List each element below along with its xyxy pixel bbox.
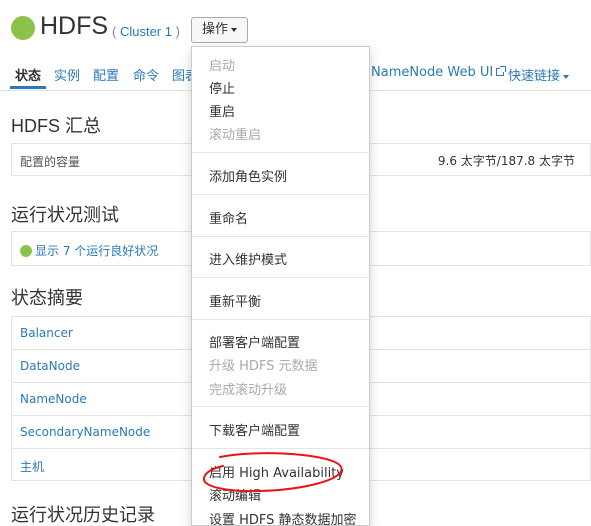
show-health-tests-link[interactable]: 显示 7 个运行良好状况 bbox=[20, 242, 158, 259]
configured-capacity-value: 9.6 太字节/187.8 太字节 bbox=[437, 154, 575, 168]
active-tab-indicator bbox=[10, 86, 46, 89]
role-link-secondarynamenode[interactable]: SecondaryNameNode bbox=[20, 425, 150, 439]
cluster-suffix: ) bbox=[171, 24, 180, 39]
menu-divider bbox=[192, 194, 369, 195]
role-link-namenode[interactable]: NameNode bbox=[20, 392, 87, 406]
health-tests-title: 运行状况测试 bbox=[11, 205, 119, 225]
cluster-prefix: ( bbox=[112, 24, 120, 39]
namenode-web-ui-label: NameNode Web UI bbox=[371, 65, 494, 80]
menu-item-set-up-hdfs-encryption[interactable]: 设置 HDFS 静态数据加密 bbox=[209, 509, 357, 525]
tab-instances[interactable]: 实例 bbox=[54, 65, 80, 84]
good-health-icon bbox=[20, 245, 32, 257]
menu-item-roll-edits[interactable]: 滚动编辑 bbox=[209, 485, 261, 504]
actions-dropdown-button[interactable]: 操作 bbox=[191, 17, 248, 43]
menu-divider bbox=[192, 448, 369, 449]
menu-divider bbox=[192, 152, 369, 153]
menu-item-enable-high-availability[interactable]: 启用 High Availability bbox=[209, 462, 344, 481]
health-tests-text: 显示 7 个运行良好状况 bbox=[35, 244, 159, 258]
role-link-datanode[interactable]: DataNode bbox=[20, 359, 80, 373]
tab-configuration[interactable]: 配置 bbox=[93, 65, 119, 84]
caret-down-icon bbox=[231, 27, 238, 32]
cluster-link[interactable]: Cluster 1 bbox=[120, 24, 172, 39]
menu-item-download-client-config[interactable]: 下载客户端配置 bbox=[209, 420, 300, 439]
role-link-hosts[interactable]: 主机 bbox=[20, 458, 44, 475]
health-history-title: 运行状况历史记录 bbox=[11, 505, 155, 525]
menu-divider bbox=[192, 319, 369, 320]
menu-item-finalize-rolling-upgrade: 完成滚动升级 bbox=[209, 383, 288, 398]
menu-item-stop[interactable]: 停止 bbox=[209, 78, 235, 97]
menu-item-deploy-client-config[interactable]: 部署客户端配置 bbox=[209, 332, 300, 351]
cluster-label: ( Cluster 1 ) bbox=[112, 24, 180, 39]
menu-item-rolling-restart: 滚动重启 bbox=[209, 128, 262, 143]
quick-links-label: 快速链接 bbox=[508, 69, 561, 84]
actions-label: 操作 bbox=[202, 22, 229, 37]
role-link-balancer[interactable]: Balancer bbox=[20, 326, 73, 340]
menu-item-upgrade-hdfs-metadata: 升级 HDFS 元数据 bbox=[209, 359, 318, 374]
caret-down-icon bbox=[563, 74, 570, 79]
tab-commands[interactable]: 命令 bbox=[133, 65, 159, 84]
external-link-icon bbox=[496, 66, 507, 76]
configured-capacity-label: 配置的容量 bbox=[20, 155, 81, 169]
menu-divider bbox=[192, 277, 369, 278]
service-title: HDFS bbox=[40, 12, 109, 40]
menu-item-add-role-instances[interactable]: 添加角色实例 bbox=[209, 166, 287, 185]
hdfs-summary-title: HDFS 汇总 bbox=[11, 116, 101, 136]
status-summary-title: 状态摘要 bbox=[11, 288, 83, 308]
tab-namenode-web-ui[interactable]: NameNode Web UI bbox=[371, 65, 507, 80]
menu-item-enter-maintenance-mode[interactable]: 进入维护模式 bbox=[209, 249, 287, 268]
menu-divider bbox=[192, 406, 369, 407]
service-status-icon bbox=[11, 16, 35, 40]
menu-item-rebalance[interactable]: 重新平衡 bbox=[209, 291, 261, 310]
actions-dropdown-menu: 启动 停止 重启 滚动重启 添加角色实例 重命名 进入维护模式 重新平衡 部署客… bbox=[191, 46, 370, 526]
tab-status[interactable]: 状态 bbox=[15, 65, 41, 84]
tab-quick-links[interactable]: 快速链接 bbox=[508, 65, 570, 84]
menu-divider bbox=[192, 236, 369, 237]
menu-item-restart[interactable]: 重启 bbox=[209, 101, 235, 120]
menu-item-rename[interactable]: 重命名 bbox=[209, 208, 248, 227]
menu-item-start: 启动 bbox=[209, 59, 236, 74]
